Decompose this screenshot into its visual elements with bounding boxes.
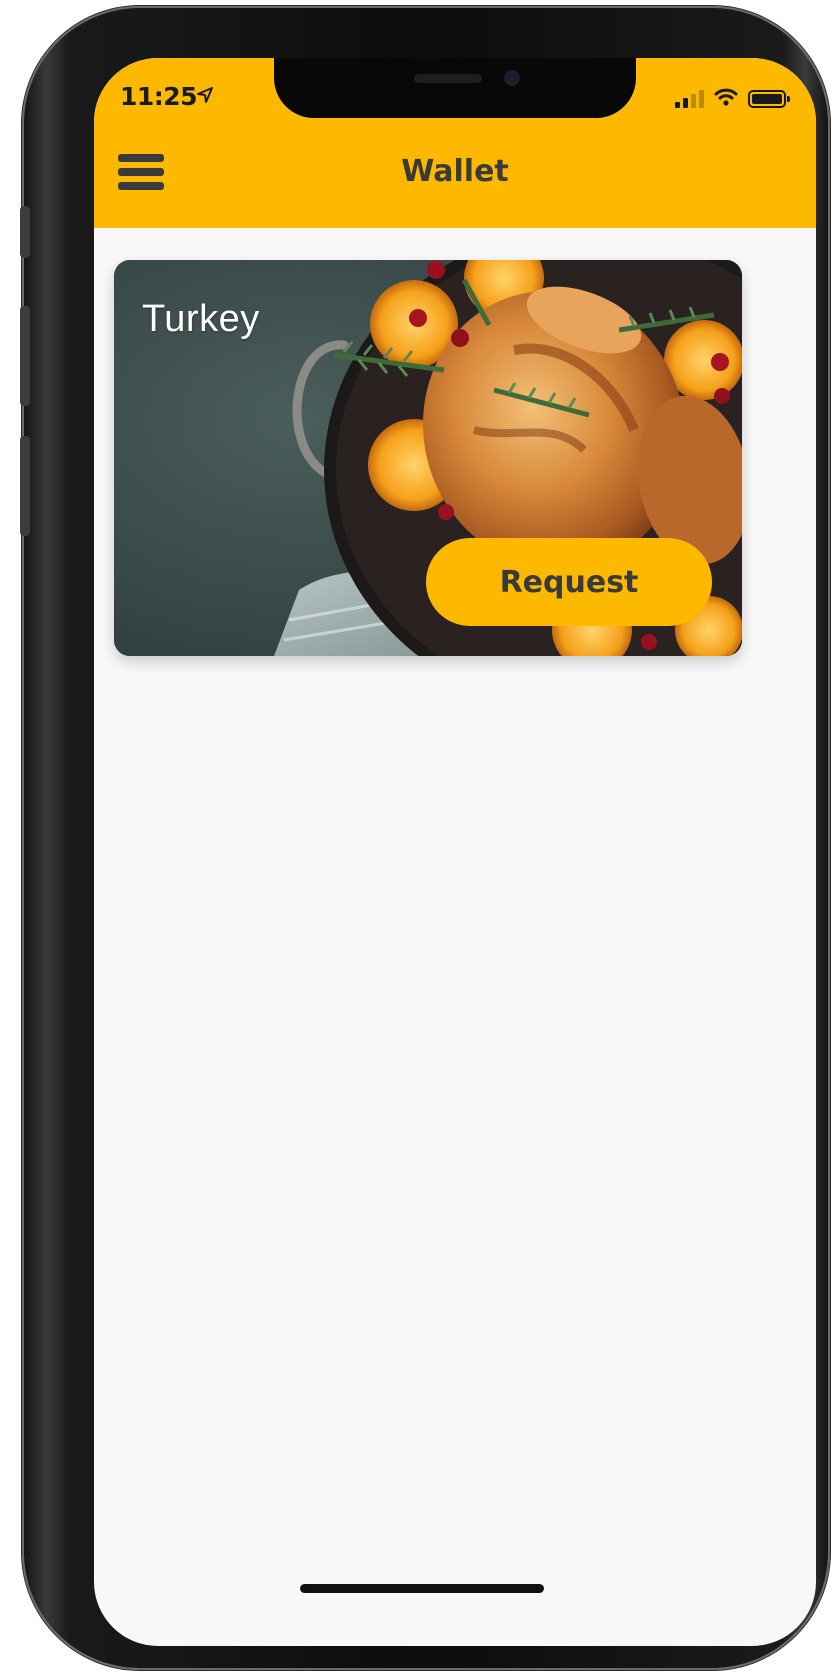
device-notch (274, 58, 636, 118)
status-icons (675, 88, 790, 110)
volume-up-button (20, 306, 30, 406)
cellular-signal-icon (675, 90, 704, 108)
phone-frame: 11:25 Wallet Turkey Request (20, 6, 830, 1670)
app-header: 11:25 Wallet (94, 58, 816, 228)
mute-switch (20, 206, 30, 258)
status-time: 11:25 (120, 82, 198, 111)
wifi-icon (714, 88, 738, 110)
app-screen: 11:25 Wallet Turkey Request (94, 58, 816, 1646)
volume-down-button (20, 436, 30, 536)
speaker-grille (414, 74, 482, 83)
battery-icon (748, 90, 790, 108)
wallet-card[interactable]: Turkey Request (114, 260, 742, 656)
home-indicator[interactable] (300, 1584, 544, 1593)
card-title: Turkey (142, 298, 260, 340)
front-camera (504, 70, 520, 86)
location-arrow-icon (196, 86, 214, 108)
request-button[interactable]: Request (426, 538, 712, 626)
page-title: Wallet (401, 154, 509, 189)
